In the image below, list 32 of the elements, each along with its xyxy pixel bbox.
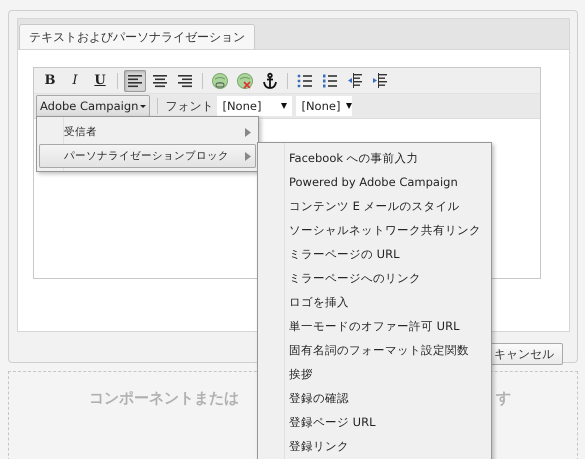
italic-button[interactable]: I [64,70,86,92]
font-label: フォント [165,98,214,114]
indent-icon [371,72,389,90]
menu-item[interactable]: 登録の確認 [260,386,489,410]
drop-zone-hint: コンポーネントまたは [89,389,239,408]
menu-item[interactable]: 受信者 [39,120,256,144]
numbered-list-icon [321,72,339,90]
bulleted-list-icon [296,72,314,90]
menu-item[interactable]: Powered by Adobe Campaign [260,170,489,194]
underline-button[interactable]: U [89,70,111,92]
menu-item[interactable]: 単一モードのオファー許可 URL [260,314,489,338]
size-select[interactable]: [None] [296,96,352,116]
menu-item[interactable]: ロゴを挿入 [260,290,489,314]
campaign-menu-button[interactable]: Adobe Campaign [36,95,150,117]
menu-item[interactable]: コンテンツ E メールのスタイル [260,194,489,218]
outdent-icon [346,72,364,90]
menu-item[interactable]: Facebook への事前入力 [260,146,489,170]
font-select[interactable]: [None] [217,96,292,116]
menu-item[interactable]: ミラーページの URL [260,242,489,266]
align-left-button[interactable] [124,70,146,92]
menu-item[interactable]: 登録リンク [260,434,489,458]
globe-cross-icon [236,72,254,90]
globe-link-icon [211,72,229,90]
menu-item[interactable]: ソーシャルネットワーク共有リンク [260,218,489,242]
menu-item[interactable]: 挨拶 [260,362,489,386]
tab[interactable]: テキストおよびパーソナライゼーション [19,24,255,49]
drop-zone-hint: す [496,389,511,408]
menu-item[interactable]: ミラーページへのリンク [260,266,489,290]
bold-button[interactable]: B [39,70,61,92]
menu-item[interactable]: パーソナライゼーションブロック [39,144,256,168]
anchor-icon [261,72,279,90]
menu-item[interactable]: 登録ページ URL [260,410,489,434]
